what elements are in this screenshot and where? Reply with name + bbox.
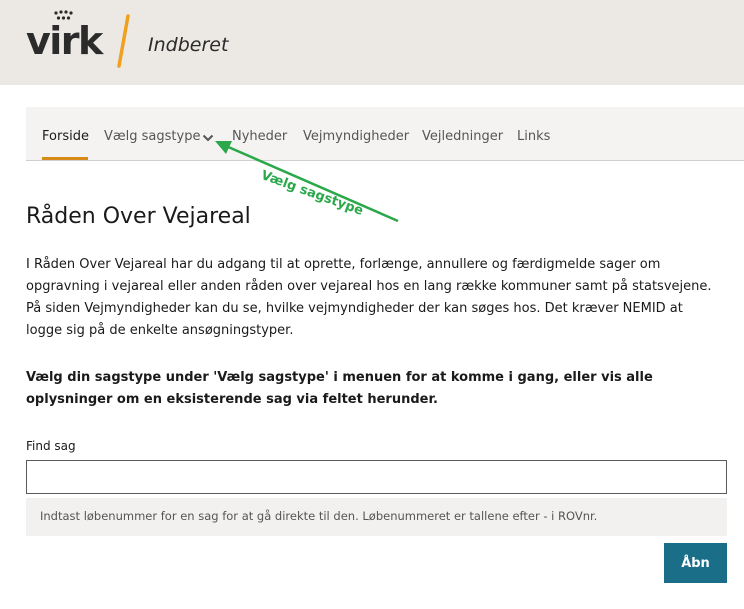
nav-item-vejmyndigheder[interactable]: Vejmyndigheder — [303, 129, 409, 144]
find-case-help: Indtast løbenummer for en sag for at gå … — [26, 498, 727, 536]
logo-text: virk — [26, 19, 103, 63]
active-nav-indicator — [42, 157, 88, 160]
nav-item-nyheder[interactable]: Nyheder — [232, 129, 287, 144]
nav-item-vejledninger[interactable]: Vejledninger — [422, 129, 503, 144]
brand-divider — [117, 14, 130, 68]
nav-item-vaelg-sagstype[interactable]: Vælg sagstype — [104, 129, 200, 144]
main-nav: Forside Vælg sagstype Nyheder Vejmyndigh… — [26, 107, 744, 161]
nav-item-forside[interactable]: Forside — [42, 129, 89, 144]
instruction-paragraph: Vælg din sagstype under 'Vælg sagstype' … — [26, 370, 653, 407]
nav-item-links[interactable]: Links — [517, 129, 550, 144]
chevron-down-icon[interactable] — [202, 134, 214, 142]
open-button[interactable]: Åbn — [664, 543, 727, 583]
intro-paragraph: I Råden Over Vejareal har du adgang til … — [26, 257, 712, 338]
page-title: Råden Over Vejareal — [26, 204, 251, 229]
find-case-input[interactable] — [26, 460, 727, 494]
virk-logo[interactable]: virk — [26, 10, 106, 63]
app-name: Indberet — [148, 34, 229, 56]
annotation-label: Vælg sagstype — [258, 168, 366, 219]
site-header: virk Indberet — [0, 0, 744, 85]
find-case-label: Find sag — [26, 439, 76, 453]
